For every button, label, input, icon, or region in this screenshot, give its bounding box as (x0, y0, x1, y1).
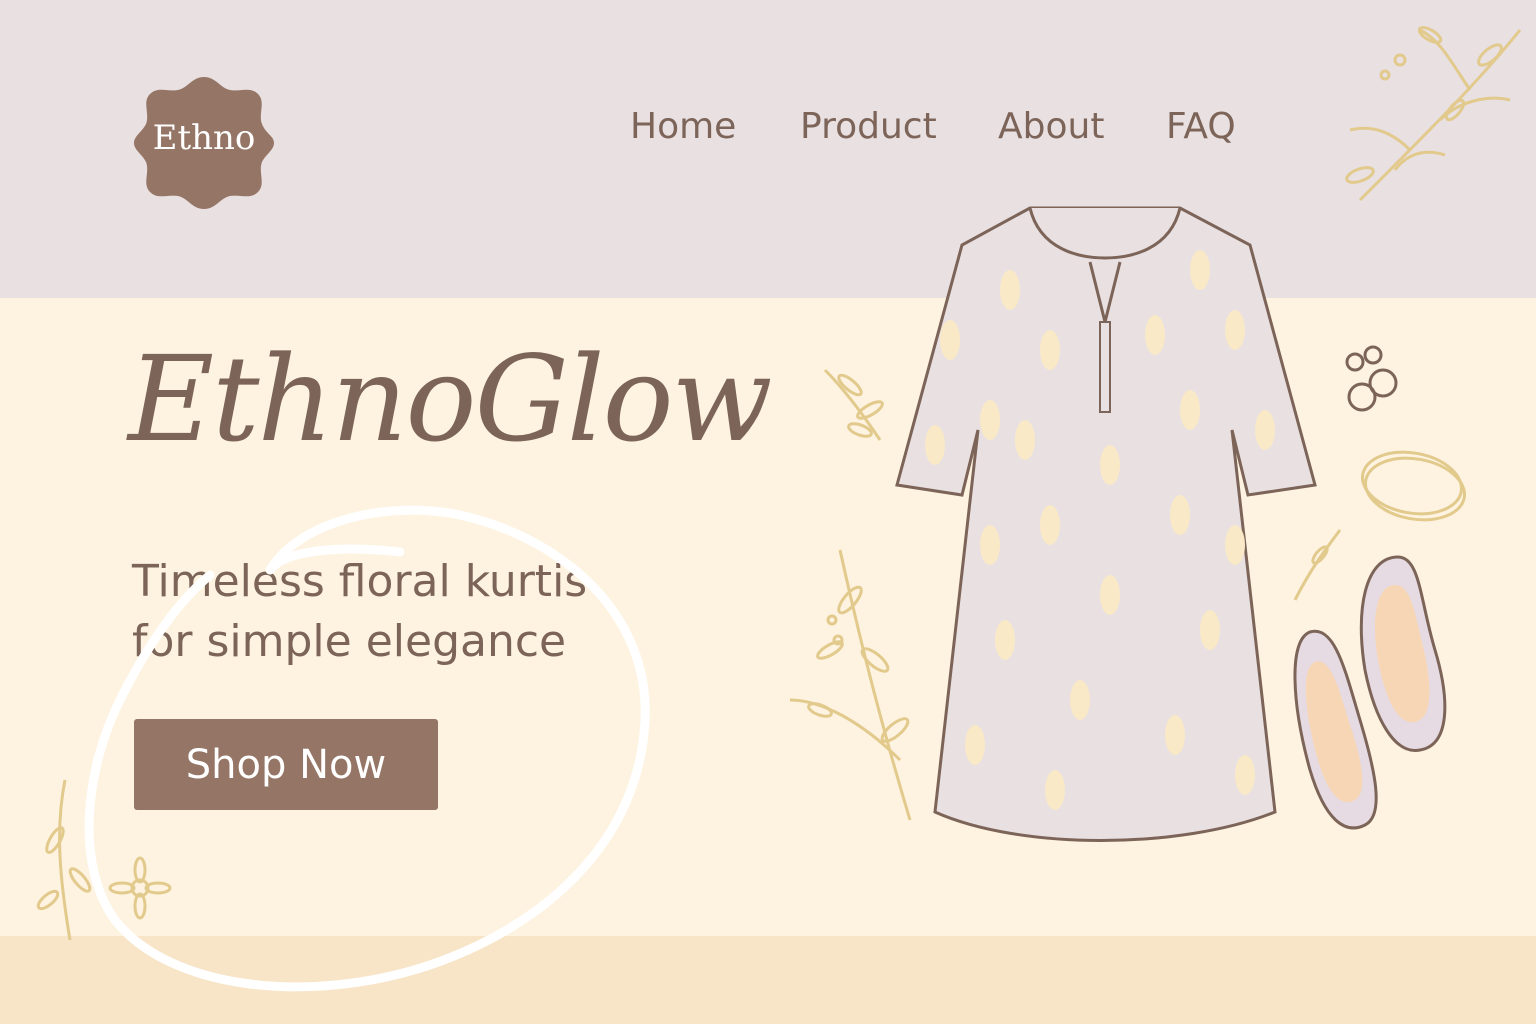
tagline-line-2: for simple elegance (132, 616, 567, 667)
footer-band (0, 936, 1536, 1024)
hero-tagline: Timeless floral kurtis for simple elegan… (132, 552, 692, 672)
tagline-line-1: Timeless floral kurtis (132, 556, 588, 607)
brand-logo[interactable]: Ethno (134, 74, 274, 212)
nav-faq-link[interactable]: FAQ (1166, 106, 1236, 147)
shop-now-button[interactable]: Shop Now (134, 719, 438, 810)
nav-home-link[interactable]: Home (630, 106, 736, 147)
nav-product-link[interactable]: Product (800, 106, 937, 147)
hero-title: EthnoGlow (128, 330, 773, 468)
nav-about-link[interactable]: About (998, 106, 1104, 147)
logo-text: Ethno (152, 118, 256, 158)
